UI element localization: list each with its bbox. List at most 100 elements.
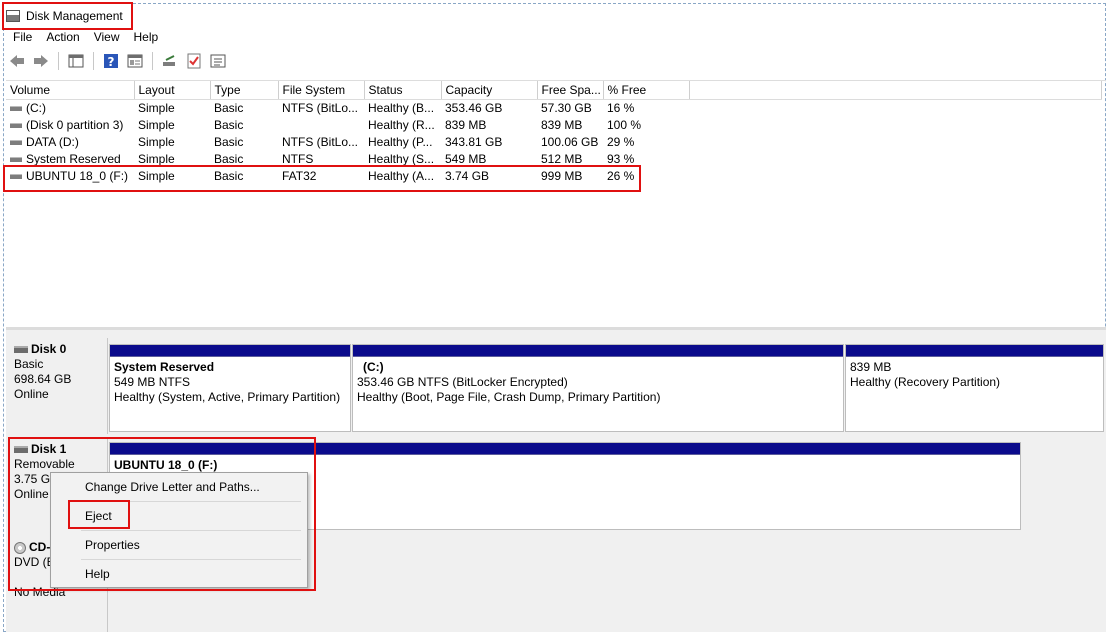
forward-arrow-icon [34, 55, 48, 67]
volume-cell: UBUNTU 18_0 (F:) [6, 167, 134, 184]
column-header-volume[interactable]: Volume [6, 81, 135, 100]
column-header-file-system[interactable]: File System [278, 81, 365, 100]
type-cell: Basic [214, 151, 244, 166]
menu-item-help[interactable]: Help [85, 567, 110, 581]
table-row[interactable]: (Disk 0 partition 3) Simple Basic Health… [6, 116, 1101, 133]
status-cell: Healthy (A... [368, 168, 435, 183]
capacity-cell: 839 MB [445, 117, 487, 132]
disk-0-size: 698.64 GB [14, 372, 72, 386]
toolbar: ? [6, 50, 229, 72]
menu-separator [81, 501, 301, 502]
percent-free-cell: 16 % [607, 100, 635, 115]
menu-item-change-drive-letter[interactable]: Change Drive Letter and Paths... [85, 480, 260, 494]
disk-0-name: Disk 0 [31, 342, 67, 356]
free-space-cell: 100.06 GB [541, 134, 599, 149]
free-space-cell: 839 MB [541, 117, 583, 132]
table-row[interactable]: System Reserved Simple Basic NTFS Health… [6, 150, 1101, 167]
table-row-ubuntu[interactable]: UBUNTU 18_0 (F:) Simple Basic FAT32 Heal… [6, 167, 1101, 184]
type-cell: Basic [214, 134, 244, 149]
drive-icon [10, 156, 22, 162]
partition-recovery[interactable]: 839 MB Healthy (Recovery Partition) [845, 344, 1104, 432]
settings-list-button[interactable] [207, 51, 229, 71]
type-cell: Basic [214, 100, 244, 115]
volume-name: DATA (D:) [26, 134, 79, 149]
disk-0-label[interactable]: Disk 0 Basic 698.64 GB Online [8, 338, 108, 434]
window-title: Disk Management [26, 9, 123, 23]
layout-cell: Simple [138, 134, 175, 149]
column-header-status[interactable]: Status [364, 81, 442, 100]
disk-1-name: Disk 1 [31, 442, 67, 456]
title-bar: Disk Management [6, 6, 123, 26]
volume-list: Volume Layout Type File System Status Ca… [6, 80, 1106, 326]
checklist-button[interactable] [183, 51, 205, 71]
partition-name: (C:) [363, 360, 384, 374]
console-tree-icon [68, 54, 84, 68]
partition-c-drive[interactable]: (C:) 353.46 GB NTFS (BitLocker Encrypted… [352, 344, 844, 432]
capacity-cell: 343.81 GB [445, 134, 503, 149]
type-cell: Basic [214, 168, 244, 183]
percent-free-cell: 93 % [607, 151, 635, 166]
partition-bar [846, 345, 1103, 357]
menu-item-properties[interactable]: Properties [85, 538, 140, 552]
partition-bar [110, 345, 350, 357]
file-system-cell: NTFS [282, 151, 314, 166]
file-system-cell: NTFS (BitLo... [282, 134, 359, 149]
partition-status: Healthy (Recovery Partition) [850, 375, 1001, 389]
free-space-cell: 999 MB [541, 168, 583, 183]
properties-button[interactable] [124, 51, 146, 71]
file-system-cell: FAT32 [282, 168, 317, 183]
percent-free-cell: 29 % [607, 134, 635, 149]
disk-0-state: Online [14, 387, 49, 401]
disk-icon [14, 346, 28, 353]
menu-view[interactable]: View [87, 28, 127, 46]
partition-system-reserved[interactable]: System Reserved 549 MB NTFS Healthy (Sys… [109, 344, 351, 432]
partition-status: Healthy (Boot, Page File, Crash Dump, Pr… [357, 390, 661, 404]
free-space-cell: 512 MB [541, 151, 583, 166]
menu-help[interactable]: Help [127, 28, 166, 46]
volume-cell: System Reserved [6, 150, 134, 167]
partition-bar [110, 443, 1020, 455]
free-space-cell: 57.30 GB [541, 100, 592, 115]
file-system-cell: NTFS (BitLo... [282, 100, 359, 115]
toolbar-separator [152, 52, 153, 70]
column-header-free-space[interactable]: Free Spa... [537, 81, 604, 100]
partition-name: System Reserved [114, 360, 215, 374]
menu-item-eject[interactable]: Eject [85, 509, 112, 523]
partition-bar [353, 345, 843, 357]
table-row[interactable]: DATA (D:) Simple Basic NTFS (BitLo... He… [6, 133, 1101, 150]
cdrom-name: CD- [29, 540, 51, 554]
capacity-cell: 3.74 GB [445, 168, 490, 183]
context-menu: Change Drive Letter and Paths... Eject P… [50, 472, 308, 588]
help-icon: ? [104, 54, 118, 69]
column-header-layout[interactable]: Layout [134, 81, 211, 100]
partition-status: Healthy (System, Active, Primary Partiti… [114, 390, 341, 404]
back-arrow-icon [10, 55, 24, 67]
percent-free-cell: 100 % [607, 117, 642, 132]
menu-action[interactable]: Action [39, 28, 86, 46]
capacity-cell: 353.46 GB [445, 100, 503, 115]
rescan-disks-button[interactable] [159, 51, 181, 71]
drive-icon [10, 106, 22, 112]
toolbar-separator [58, 52, 59, 70]
settings-list-icon [210, 54, 226, 68]
help-button[interactable]: ? [100, 51, 122, 71]
status-cell: Healthy (R... [368, 117, 435, 132]
partition-detail: 549 MB NTFS [114, 375, 191, 389]
layout-cell: Simple [138, 151, 175, 166]
column-header-percent-free[interactable]: % Free [603, 81, 690, 100]
cd-icon [14, 541, 26, 554]
volume-table: Volume Layout Type File System Status Ca… [6, 81, 1102, 184]
checklist-icon [187, 53, 201, 69]
forward-button[interactable] [30, 51, 52, 71]
menu-file[interactable]: File [6, 28, 39, 46]
file-system-cell [278, 116, 364, 133]
column-header-filler [689, 81, 1102, 100]
column-header-type[interactable]: Type [210, 81, 279, 100]
back-button[interactable] [6, 51, 28, 71]
column-header-row: Volume Layout Type File System Status Ca… [6, 81, 1102, 100]
show-hide-console-tree-button[interactable] [65, 51, 87, 71]
volume-name: (Disk 0 partition 3) [26, 117, 124, 132]
menu-separator [81, 530, 301, 531]
table-row[interactable]: (C:) Simple Basic NTFS (BitLo... Healthy… [6, 99, 1101, 116]
column-header-capacity[interactable]: Capacity [441, 81, 538, 100]
